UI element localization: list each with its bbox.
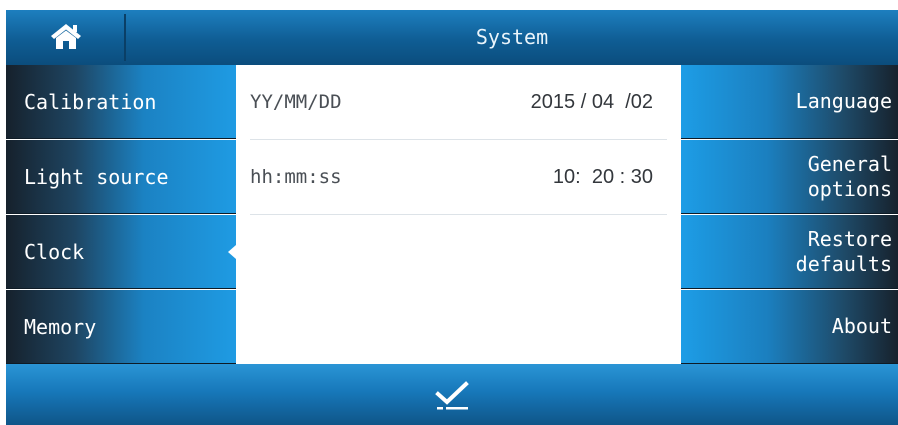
time-value[interactable]: 10: 20 : 30 xyxy=(553,140,653,214)
checkmark-confirm-icon xyxy=(435,381,469,410)
home-icon xyxy=(51,24,81,49)
about-button[interactable]: About xyxy=(681,290,898,364)
top-bar: System xyxy=(6,10,898,65)
restore-defaults-button[interactable]: Restore defaults xyxy=(681,215,898,289)
nav-item-clock[interactable]: Clock xyxy=(6,215,236,289)
clock-panel: YY/MM/DD 2015 / 04 /02 hh:mm:ss 10: 20 :… xyxy=(236,65,681,364)
page-title: System xyxy=(475,25,549,49)
right-nav: Language General options Restore default… xyxy=(681,65,898,364)
time-label: hh:mm:ss xyxy=(250,166,342,188)
date-value[interactable]: 2015 / 04 /02 xyxy=(531,65,653,139)
date-row[interactable]: YY/MM/DD 2015 / 04 /02 xyxy=(250,65,667,140)
nav-item-light-source[interactable]: Light source xyxy=(6,140,236,214)
language-button-label: Language xyxy=(795,89,892,113)
bottom-bar xyxy=(6,364,898,425)
nav-item-calibration[interactable]: Calibration xyxy=(6,65,236,139)
system-screen: System Calibration Light source Clock Me… xyxy=(0,0,898,425)
home-button[interactable] xyxy=(6,10,124,65)
language-button[interactable]: Language xyxy=(681,65,898,139)
general-options-button-label: General options xyxy=(807,151,892,201)
nav-item-memory[interactable]: Memory xyxy=(6,290,236,364)
general-options-button[interactable]: General options xyxy=(681,140,898,214)
date-label: YY/MM/DD xyxy=(250,91,342,113)
time-row[interactable]: hh:mm:ss 10: 20 : 30 xyxy=(250,140,667,215)
confirm-button[interactable] xyxy=(406,364,498,425)
restore-defaults-button-label: Restore defaults xyxy=(795,226,892,276)
about-button-label: About xyxy=(831,314,892,338)
left-nav: Calibration Light source Clock Memory xyxy=(6,65,236,364)
